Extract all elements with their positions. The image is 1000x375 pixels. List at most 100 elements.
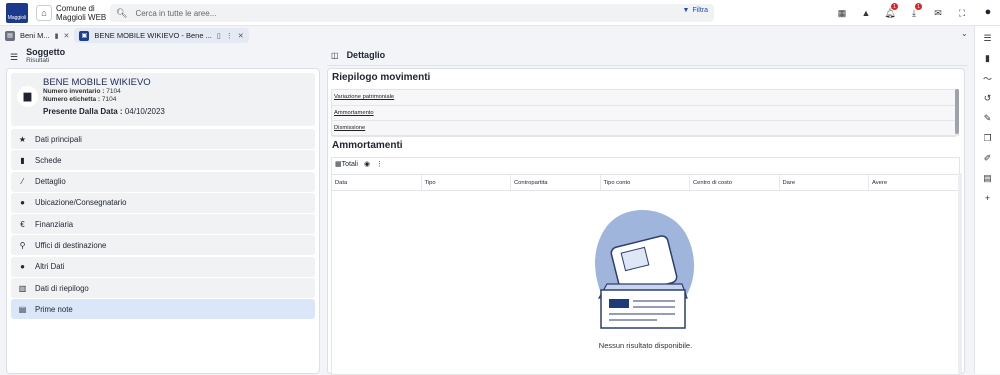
warning-icon[interactable]: ▲ [858,5,874,21]
calculator-icon: ▥ [18,283,27,293]
more-vert-icon[interactable]: ⋮ [376,160,383,168]
app-logo[interactable]: Maggioli [6,3,28,23]
section-title: Soggetto [26,47,66,57]
filter-icon: ▼ [682,7,690,14]
menu-item-label: Uffici di destinazione [35,240,107,250]
table-toolbar: ▦Totali ◉ ⋮ [335,160,383,168]
more-vert-icon[interactable]: ⋮ [226,32,233,40]
copy-icon[interactable]: ❐ [981,132,995,144]
eye-icon[interactable]: ◉ [364,160,370,168]
star-icon: ★ [18,134,27,144]
menu-item-label: Dati principali [35,134,82,144]
label-number: Numero etichetta : 7104 [43,96,116,103]
user-account-icon[interactable]: ● [980,4,996,20]
download-icon[interactable]: ⤓ 1 [906,3,922,21]
trend-icon[interactable]: 〜 [981,72,995,84]
inventory-label: Numero inventario : [43,88,105,95]
ledger-icon: ▤ [18,304,27,314]
totali-button[interactable]: ▦Totali [335,160,358,168]
add-icon[interactable]: + [981,192,995,204]
file-icon[interactable]: ▤ [981,172,995,184]
tab-app-icon: ▤ [5,30,15,41]
menu-item-prime-note[interactable]: ▤ Prime note [11,299,315,320]
close-icon[interactable]: ✕ [238,32,244,40]
search-bar[interactable]: 🔍︎ Cerca in tutte le aree... ▼ Filtra [110,4,714,22]
tab-beni[interactable]: ▤ Beni M... ▮ ✕ [0,28,74,43]
search-icon: 🔍︎ [116,7,128,18]
divider [327,65,968,66]
left-card: ▆ BENE MOBILE WIKIEVO Numero inventario … [6,68,320,374]
filter-button[interactable]: ▼ Filtra [683,7,709,14]
menu-item-label: Dettaglio [35,177,66,187]
person-icon: ● [20,198,25,208]
detail-title: Dettaglio [346,50,386,60]
apps-grid-icon[interactable]: ▦ [834,5,850,21]
books-icon[interactable]: ▮ [981,52,995,64]
org-line-1: Comune di [56,4,95,13]
home-icon[interactable]: ⌂ [36,5,52,21]
search-input[interactable]: Cerca in tutte le aree... [135,9,714,18]
column-header-tipo-conto[interactable]: Tipo conto [601,175,690,190]
menu-item-finanziaria[interactable]: € Finanziaria [11,214,315,235]
movimenti-title: Riepilogo movimenti [332,72,431,83]
close-icon[interactable]: ✕ [63,32,69,40]
movimento-link[interactable]: Variazione patrimoniale [332,90,956,106]
bookmark-icon[interactable]: ▮ [55,32,59,40]
column-header-contropartita[interactable]: Contropartita [511,175,601,190]
column-header-centro-costo[interactable]: Centro di costo [690,175,780,190]
chevron-down-icon[interactable]: ⌄ [961,29,968,38]
info-icon: ● [20,262,25,272]
menu-item-uffici[interactable]: ⚲ Uffici di destinazione [11,235,315,256]
menu-item-label: Dati di riepilogo [35,283,89,293]
column-header-dare[interactable]: Dare [780,175,869,190]
location-pin-icon: ⚲ [19,240,26,250]
menu-item-label: Schede [35,155,62,165]
menu-item-dettaglio[interactable]: ⁄ Dettaglio [11,171,315,192]
empty-state-illustration [595,209,695,329]
menu-item-ubicazione[interactable]: ● Ubicazione/Consegnatario [11,192,315,213]
edit-document-icon[interactable]: ✐ [981,152,995,164]
organization-name: Comune di Maggioli WEB [56,4,106,22]
panel-toggle-icon[interactable]: ◫ [331,51,339,60]
euro-icon: € [20,219,25,229]
ammortamenti-scrollbar[interactable] [958,173,962,373]
soggetto-header: ☰ Soggetto Risultati [10,47,65,64]
list-icon[interactable]: ☰ [10,52,18,64]
movimenti-scrollbar[interactable] [955,89,959,136]
ammortamenti-table: ▦Totali ◉ ⋮ Data Tipo Contropartita Tipo… [331,157,960,375]
notification-badge: 1 [891,3,898,10]
list-settings-icon[interactable]: ☰ [981,32,995,44]
menu-item-label: Finanziaria [35,219,74,229]
inventory-number: Numero inventario : 7104 [43,88,121,95]
column-header-tipo[interactable]: Tipo [422,175,511,190]
menu-item-label: Ubicazione/Consegnatario [35,198,127,208]
detail-header: ◫ Dettaglio [331,50,385,60]
column-header-data[interactable]: Data [332,175,422,190]
menu-item-schede[interactable]: ▮ Schede [11,150,315,171]
totali-label: Totali [341,161,358,168]
tab-bene-mobile[interactable]: ▣ BENE MOBILE WIKIEVO - Bene ... ▯ ⋮ ✕ [74,28,249,43]
download-badge: 1 [915,3,922,10]
present-date: Presente Dalla Data : 04/10/2023 [43,107,165,116]
pin-icon[interactable]: ✎ [981,112,995,124]
menu-item-dati-principali[interactable]: ★ Dati principali [11,129,315,149]
movimento-link[interactable]: Dismissione [332,121,956,137]
logo-text: Maggioli [7,15,27,21]
movimenti-list: Variazione patrimoniale Ammortamento Dis… [331,89,957,137]
tab-bar: ▤ Beni M... ▮ ✕ ▣ BENE MOBILE WIKIEVO - … [0,27,974,44]
column-header-avere[interactable]: Avere [869,175,959,190]
menu-item-altri-dati[interactable]: ● Altri Dati [11,256,315,277]
tab-label: BENE MOBILE WIKIEVO - Bene ... [94,31,212,40]
tab-app-icon: ▣ [79,30,90,41]
table-header: Data Tipo Contropartita Tipo conto Centr… [332,174,959,191]
label-label: Numero etichetta : [43,96,101,103]
bell-icon[interactable]: 🔔︎ 1 [882,3,898,21]
movimento-link[interactable]: Ammortamento [332,106,956,122]
mail-icon[interactable]: ✉ [930,5,946,21]
fullscreen-icon[interactable]: ⛶ [954,5,970,21]
bookmark-icon[interactable]: ▯ [217,32,221,40]
section-subtitle: Risultati [26,57,50,64]
history-icon[interactable]: ↺ [981,92,995,104]
menu-item-riepilogo[interactable]: ▥ Dati di riepilogo [11,278,315,299]
menu-item-label: Altri Dati [35,262,65,272]
